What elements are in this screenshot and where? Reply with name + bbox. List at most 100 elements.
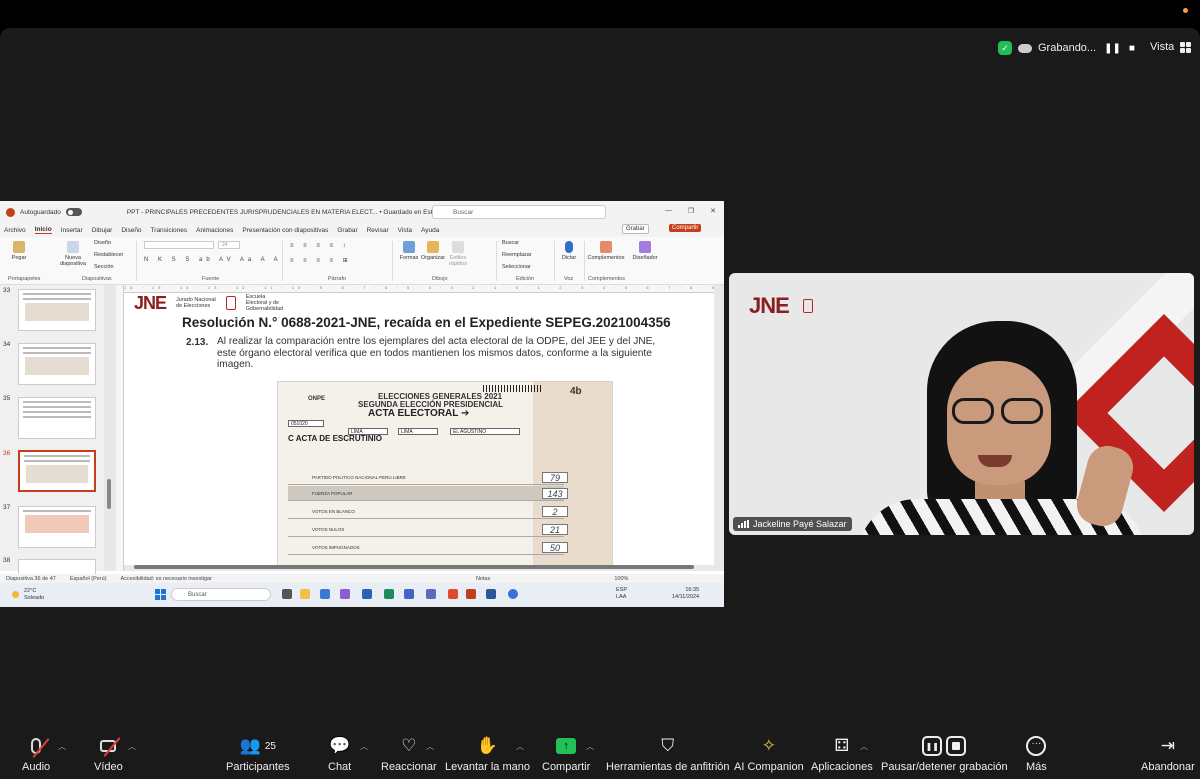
task-view-icon[interactable] <box>282 589 292 599</box>
taskbar-search[interactable]: Buscar <box>171 588 271 601</box>
file-title: PPT - PRINCIPALES PRECEDENTES JURISPRUDE… <box>126 208 447 216</box>
new-slide-button[interactable]: Nueva diapositiva <box>56 241 90 267</box>
reset-label: Restablecer <box>94 252 124 258</box>
menu-dibujar[interactable]: Dibujar <box>92 227 113 234</box>
video-button[interactable]: Vídeo <box>94 735 123 773</box>
word-taskbar-icon[interactable] <box>486 589 496 599</box>
chat-button[interactable]: 💬 Chat <box>328 735 351 773</box>
horizontal-ruler: 16 · 15 · 14 · 13 · 12 · 11 · 10 · 9 · 8… <box>124 285 714 293</box>
menu-presentacion[interactable]: Presentación con diapositivas <box>242 227 328 234</box>
participants-button[interactable]: 👥 25 Participantes <box>226 735 290 773</box>
maximize-icon[interactable]: ❐ <box>688 207 694 215</box>
shapes-button[interactable]: Formas <box>398 241 420 261</box>
menu-animaciones[interactable]: Animaciones <box>196 227 233 234</box>
replace-button[interactable]: Reemplazar <box>502 252 532 258</box>
quick-styles-button[interactable]: Estilos rápidos <box>446 241 470 267</box>
video-label: Vídeo <box>94 761 123 773</box>
slide-thumbnail-selected[interactable] <box>18 450 96 492</box>
chrome-app-icon[interactable] <box>448 589 458 599</box>
thumbnail-scrollbar[interactable] <box>106 285 112 571</box>
chat-options-chevron-icon[interactable]: ︿ <box>360 741 368 752</box>
ai-companion-button[interactable]: ✧ AI Companion <box>734 735 804 773</box>
participant-video[interactable]: JNE Jackeline Payé Salazar <box>729 273 1194 535</box>
powerpoint-taskbar-icon[interactable] <box>466 589 476 599</box>
pause-stop-recording-button[interactable]: ❚❚ Pausar/detener grabación <box>881 735 1008 773</box>
menu-archivo[interactable]: Archivo <box>4 227 26 234</box>
jne-logo-sub: Jurado Nacional de Elecciones <box>176 297 216 309</box>
slide-thumbnail[interactable] <box>18 343 96 385</box>
notes-button[interactable]: Notas <box>476 576 490 582</box>
menu-diseno[interactable]: Diseño <box>121 227 141 234</box>
reset-button[interactable]: Restablecer <box>94 252 123 258</box>
pause-recording-icon[interactable]: ❚❚ <box>1104 43 1121 54</box>
view-button[interactable]: Vista <box>1150 41 1192 53</box>
audio-button[interactable]: Audio <box>22 735 50 773</box>
host-tools-label: Herramientas de anfitrión <box>606 761 730 773</box>
menu-grabar[interactable]: Grabar <box>337 227 357 234</box>
zoom-level[interactable]: 100% <box>614 576 628 582</box>
slide-thumbnail[interactable] <box>18 289 96 331</box>
horizontal-scrollbar[interactable] <box>124 564 714 570</box>
slide-thumbnail[interactable] <box>18 397 96 439</box>
recording-indicator[interactable]: ✓ Grabando... ❚❚ ■ <box>998 37 1135 59</box>
ribbon-separator <box>392 241 393 281</box>
compartir-button[interactable]: Compartir <box>669 224 702 232</box>
copilot-icon[interactable] <box>340 589 350 599</box>
addins-button[interactable]: Complementos <box>586 241 626 261</box>
close-icon[interactable]: ✕ <box>710 207 716 215</box>
menu-revisar[interactable]: Revisar <box>367 227 389 234</box>
select-button[interactable]: Seleccionar <box>502 264 531 270</box>
minimize-icon[interactable]: — <box>665 207 672 215</box>
taskbar-clock[interactable]: 16:35 14/11/2024 <box>672 587 699 601</box>
more-button[interactable]: ··· Más <box>1026 735 1047 773</box>
host-tools-button[interactable]: ⛉ Herramientas de anfitrión <box>606 735 730 773</box>
powerpoint-search[interactable]: Buscar <box>432 205 606 219</box>
scroll-thumb[interactable] <box>107 479 111 509</box>
menu-vista[interactable]: Vista <box>398 227 412 234</box>
menu-inicio[interactable]: Inicio <box>34 226 52 234</box>
zoom-taskbar-icon[interactable] <box>508 589 518 599</box>
react-options-chevron-icon[interactable]: ︿ <box>426 741 434 752</box>
stop-recording-icon[interactable]: ■ <box>1129 43 1135 54</box>
audio-options-chevron-icon[interactable]: ︿ <box>58 741 66 752</box>
font-format-buttons[interactable]: N K S S ab AV Aa A A <box>144 257 282 263</box>
keyboard-language[interactable]: ESP LAA <box>616 587 627 601</box>
scroll-thumb[interactable] <box>134 565 694 569</box>
apps-options-chevron-icon[interactable]: ︿ <box>860 741 868 752</box>
menu-insertar[interactable]: Insertar <box>61 227 83 234</box>
autosave-toggle[interactable] <box>65 208 82 216</box>
slide-canvas[interactable]: JNE Jurado Nacional de Elecciones Escuela… <box>124 293 714 565</box>
font-family-select[interactable] <box>144 241 214 249</box>
grabar-button[interactable]: Grabar <box>622 224 649 234</box>
teams-icon[interactable] <box>404 589 414 599</box>
zoom-app-icon[interactable] <box>426 589 436 599</box>
dictate-button[interactable]: Dictar <box>558 241 580 261</box>
arrange-button[interactable]: Organizar <box>420 241 446 261</box>
designer-button[interactable]: Diseñador <box>630 241 660 261</box>
leave-button[interactable]: ⇥ Abandonar <box>1141 735 1195 773</box>
section-button[interactable]: Sección <box>94 264 114 270</box>
weather-widget[interactable]: 22°C Soleado <box>24 588 44 602</box>
edge-icon[interactable] <box>320 589 330 599</box>
menu-transiciones[interactable]: Transiciones <box>151 227 188 234</box>
video-options-chevron-icon[interactable]: ︿ <box>128 741 136 752</box>
paragraph-buttons[interactable]: ≡ ≡ ≡ ≡ ↕ <box>290 243 350 249</box>
language-status[interactable]: Español (Perú) <box>70 576 107 582</box>
file-explorer-icon[interactable] <box>300 589 310 599</box>
align-buttons[interactable]: ≡ ≡ ≡ ≡ ⊞ <box>290 257 352 264</box>
app-icon[interactable] <box>362 589 372 599</box>
paste-button[interactable]: Pegar <box>8 241 30 261</box>
windows-start-icon[interactable] <box>155 589 166 600</box>
more-dots-icon: ··· <box>1026 736 1047 756</box>
accessibility-status[interactable]: Accesibilidad: es necesario investigar <box>121 576 212 582</box>
menu-ayuda[interactable]: Ayuda <box>421 227 439 234</box>
acta-row: FUERZA POPULAR <box>288 486 564 501</box>
find-button[interactable]: Buscar <box>502 240 519 246</box>
share-screen-button[interactable]: ↑ Compartir <box>542 735 590 773</box>
layout-button[interactable]: Diseño <box>94 240 111 246</box>
raise-hand-chevron-icon[interactable]: ︿ <box>516 741 524 752</box>
chrome-icon[interactable] <box>384 589 394 599</box>
share-options-chevron-icon[interactable]: ︿ <box>586 741 594 752</box>
font-size-select[interactable]: 24 <box>218 241 240 249</box>
slide-thumbnail[interactable] <box>18 506 96 548</box>
